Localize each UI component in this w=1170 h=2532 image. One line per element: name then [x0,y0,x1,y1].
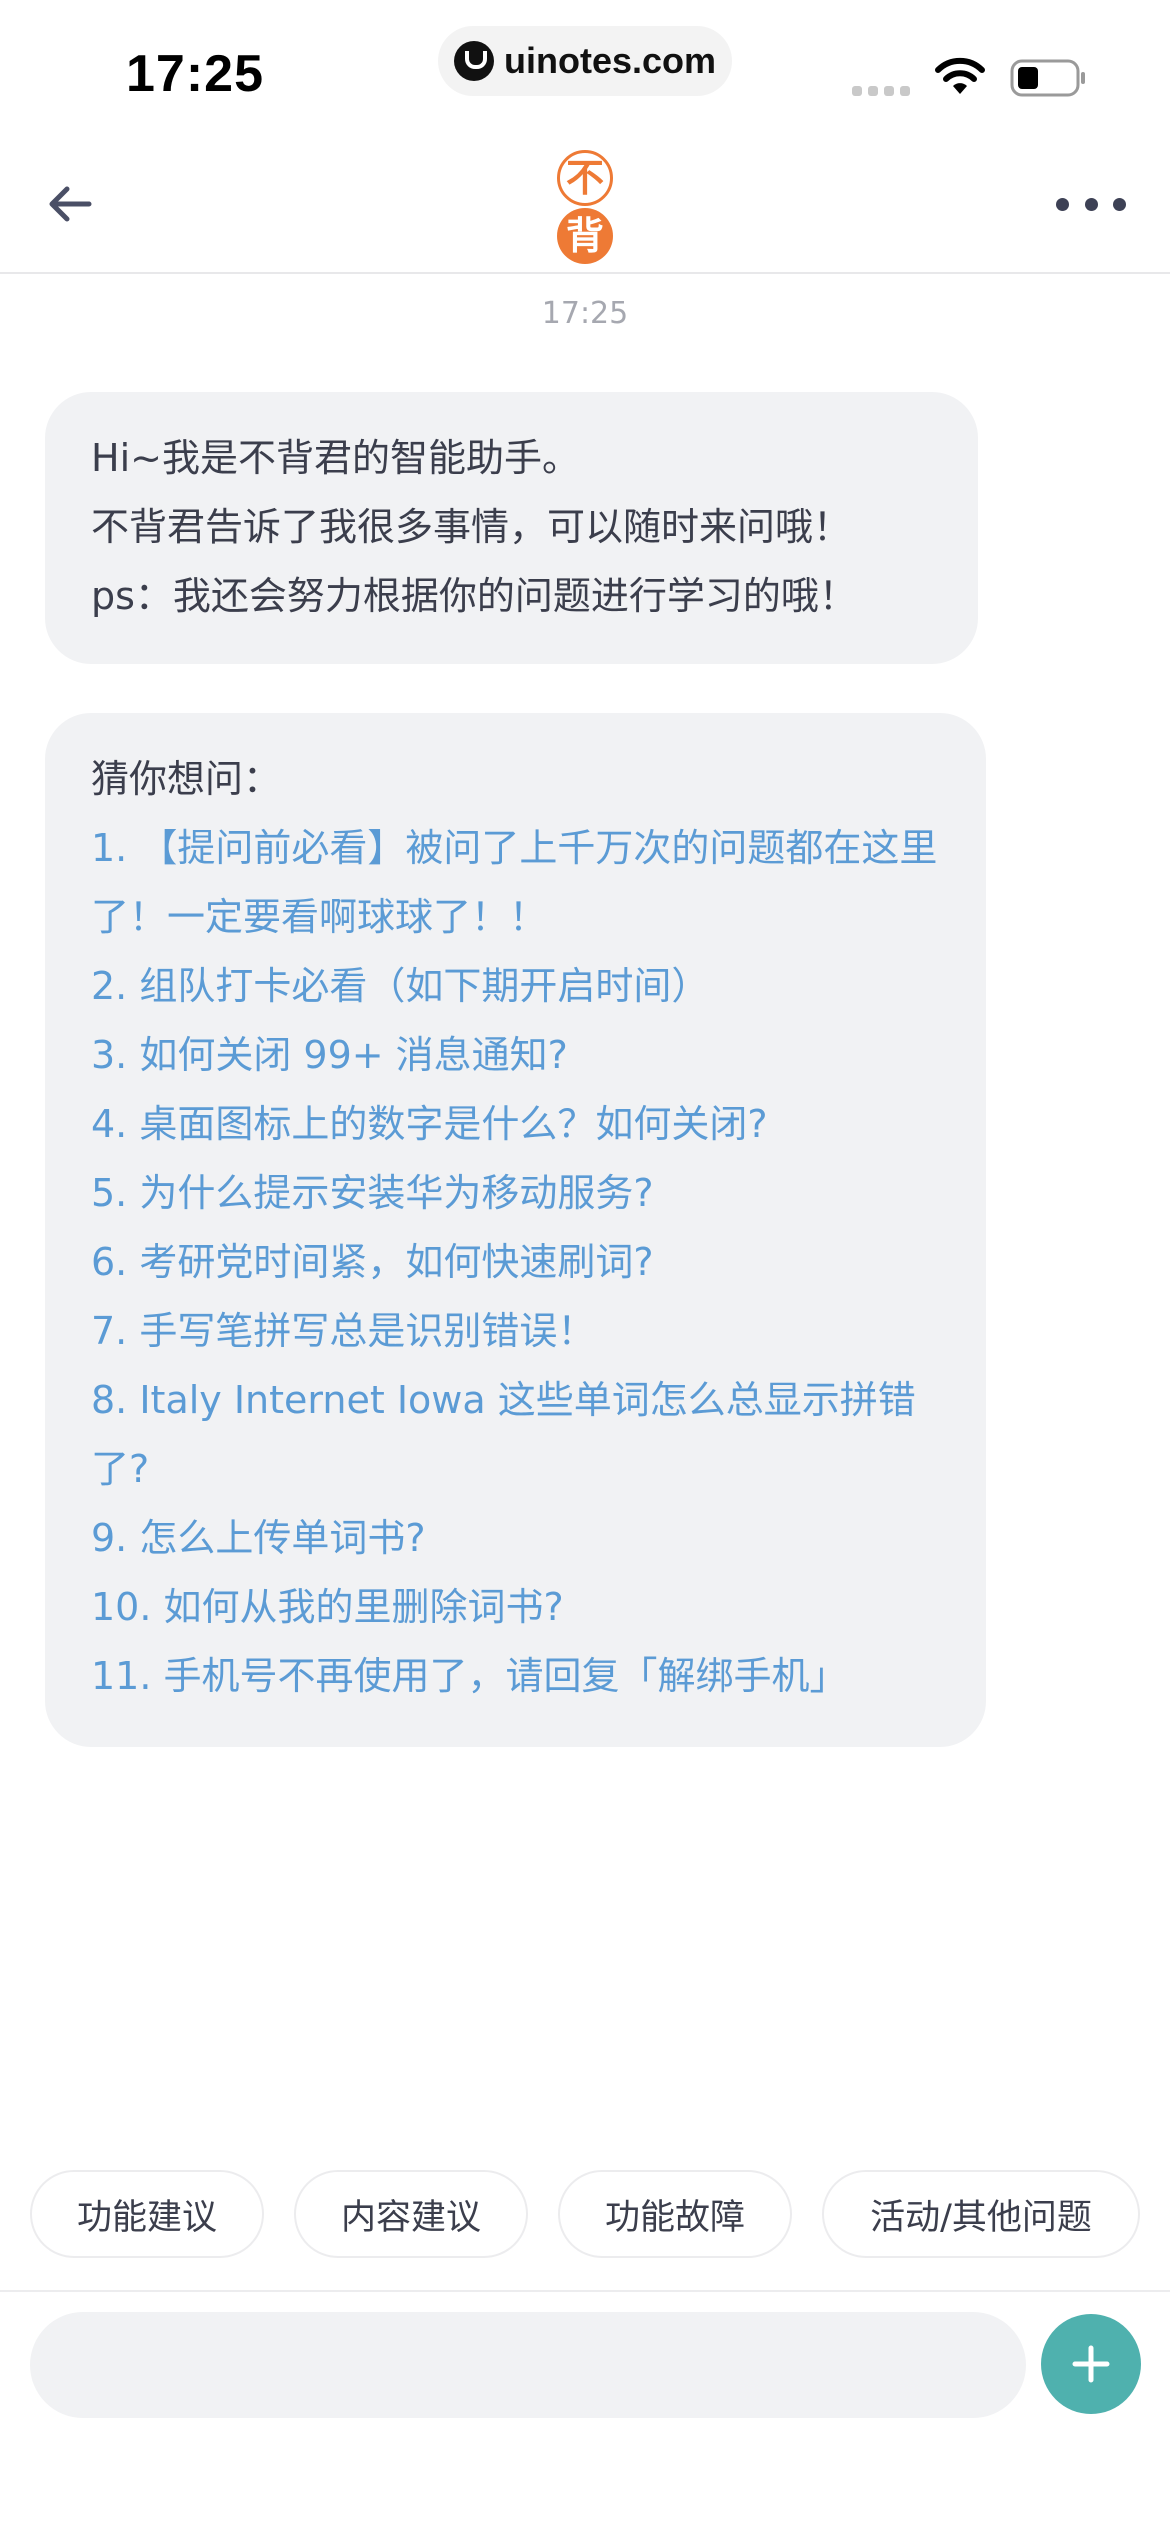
quick-reply-feature-suggestion[interactable]: 功能建议 [30,2170,264,2258]
logo-char-top: 不 [557,150,613,206]
faq-link[interactable]: 7. 手写笔拼写总是识别错误！ [91,1297,940,1366]
faq-link[interactable]: 9. 怎么上传单词书? [91,1504,940,1573]
faq-link[interactable]: 5. 为什么提示安装华为移动服务? [91,1159,940,1228]
suggestions-bubble: 猜你想问： 1. 【提问前必看】被问了上千万次的问题都在这里了！一定要看啊球球了… [45,713,986,1747]
plus-icon [1072,2345,1110,2383]
more-dots-icon[interactable] [1056,192,1126,216]
quick-reply-content-suggestion[interactable]: 内容建议 [294,2170,528,2258]
faq-link[interactable]: 3. 如何关闭 99+ 消息通知? [91,1021,940,1090]
signal-icon [852,86,910,96]
url-pill[interactable]: uinotes.com [438,26,732,96]
faq-link[interactable]: 4. 桌面图标上的数字是什么？如何关闭? [91,1090,940,1159]
back-button[interactable] [40,174,100,234]
quick-reply-other[interactable]: 活动/其他问题 [822,2170,1140,2258]
battery-icon [1010,59,1085,97]
greeting-line: ps：我还会努力根据你的问题进行学习的哦！ [91,574,857,618]
message-input[interactable] [30,2312,1026,2418]
nav-bar: 不 背 [0,140,1170,274]
quick-replies: 功能建议 内容建议 功能故障 活动/其他问题 [0,2170,1170,2262]
faq-link[interactable]: 6. 考研党时间紧，如何快速刷词? [91,1228,940,1297]
divider [0,2290,1170,2292]
quick-reply-feature-bug[interactable]: 功能故障 [558,2170,792,2258]
faq-link[interactable]: 8. Italy Internet Iowa 这些单词怎么总显示拼错了? [91,1366,951,1504]
wifi-icon [935,57,985,94]
add-button[interactable] [1041,2314,1141,2414]
url-text: uinotes.com [503,40,717,81]
logo-char-bottom: 背 [557,208,613,264]
chat-timestamp: 17:25 [541,296,629,331]
status-bar: 17:25 uinotes.com [0,0,1170,140]
site-logo-icon [453,41,494,81]
faq-link[interactable]: 2. 组队打卡必看（如下期开启时间） [91,952,940,1021]
greeting-line: 不背君告诉了我很多事情，可以随时来问哦！ [91,505,852,549]
greeting-bubble: Hi~我是不背君的智能助手。 不背君告诉了我很多事情，可以随时来问哦！ ps：我… [45,392,978,664]
faq-link[interactable]: 1. 【提问前必看】被问了上千万次的问题都在这里了！一定要看啊球球了！！ [91,814,951,952]
app-logo: 不 背 [553,150,617,264]
arrow-left-icon [49,186,92,222]
faq-link[interactable]: 10. 如何从我的里删除词书? [91,1573,940,1642]
status-time: 17:25 [126,45,264,103]
faq-link[interactable]: 11. 手机号不再使用了，请回复「解绑手机」 [91,1642,940,1711]
suggestions-heading: 猜你想问： [91,757,282,801]
greeting-line: Hi~我是不背君的智能助手。 [91,436,580,480]
